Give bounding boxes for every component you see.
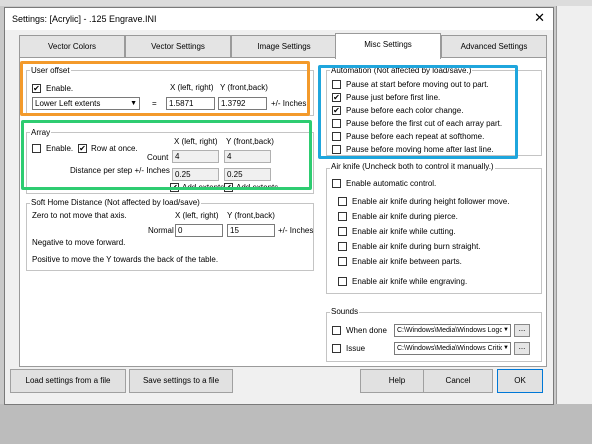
title-bar: Settings: [Acrylic] - .125 Engrave.INI ✕	[5, 8, 553, 30]
sounds-done-select[interactable]: C:\Windows\Media\Windows Logo ▼	[394, 324, 511, 337]
ok-button[interactable]: OK	[497, 369, 543, 393]
blue-highlight-box	[318, 65, 518, 159]
sounds-done-label: When done	[346, 326, 387, 335]
cancel-button[interactable]: Cancel	[423, 369, 493, 393]
save-settings-button[interactable]: Save settings to a file	[129, 369, 233, 393]
soft-home-units: +/- Inches	[278, 226, 314, 235]
sounds-issue-select[interactable]: C:\Windows\Media\Windows Critic ▼	[394, 342, 511, 355]
chevron-down-icon: ▼	[502, 343, 509, 354]
soft-home-positive-note: Positive to move the Y towards the back …	[32, 255, 219, 264]
soft-home-negative-note: Negative to move forward.	[32, 238, 126, 247]
green-highlight-box	[21, 120, 312, 190]
air-knife-label-1: Enable air knife during pierce.	[352, 212, 458, 221]
soft-home-x-input[interactable]	[175, 224, 223, 237]
air-knife-auto-checkbox[interactable]	[332, 179, 341, 188]
chevron-down-icon: ▼	[502, 325, 509, 336]
sounds-done-browse-button[interactable]: ...	[514, 324, 530, 337]
air-knife-label-2: Enable air knife while cutting.	[352, 227, 456, 236]
background-ruler	[0, 0, 592, 6]
sounds-done-checkbox[interactable]	[332, 326, 341, 335]
air-knife-checkbox-0[interactable]	[338, 197, 347, 206]
air-knife-checkbox-3[interactable]	[338, 242, 347, 251]
tab-advanced-settings[interactable]: Advanced Settings	[441, 35, 547, 57]
air-knife-auto-label: Enable automatic control.	[346, 179, 437, 188]
sounds-done-path: C:\Windows\Media\Windows Logo	[397, 327, 504, 334]
sounds-issue-checkbox[interactable]	[332, 344, 341, 353]
air-knife-checkbox-1[interactable]	[338, 212, 347, 221]
load-settings-button[interactable]: Load settings from a file	[10, 369, 126, 393]
soft-home-y-input[interactable]	[227, 224, 275, 237]
air-knife-label-3: Enable air knife during burn straight.	[352, 242, 481, 251]
air-knife-checkbox-5[interactable]	[338, 277, 347, 286]
tab-vector-settings[interactable]: Vector Settings	[125, 35, 231, 57]
soft-home-zero-note: Zero to not move that axis.	[32, 211, 127, 220]
soft-home-x-header: X (left, right)	[175, 211, 219, 220]
air-knife-checkbox-4[interactable]	[338, 257, 347, 266]
tab-vector-colors[interactable]: Vector Colors	[19, 35, 125, 57]
sounds-issue-label: Issue	[346, 344, 366, 353]
background-side-panel	[556, 6, 592, 406]
soft-home-normal-label: Normal	[148, 226, 174, 235]
tab-image-settings[interactable]: Image Settings	[231, 35, 337, 57]
soft-home-title: Soft Home Distance (Not affected by load…	[30, 198, 201, 207]
air-knife-label-4: Enable air knife between parts.	[352, 257, 462, 266]
soft-home-y-header: Y (front,back)	[227, 211, 275, 220]
tab-misc-settings[interactable]: Misc Settings	[335, 33, 441, 59]
orange-highlight-box	[20, 61, 310, 116]
air-knife-label-5: Enable air knife while engraving.	[352, 277, 468, 286]
sounds-issue-path: C:\Windows\Media\Windows Critic	[397, 345, 504, 352]
air-knife-title: Air knife (Uncheck both to control it ma…	[330, 162, 495, 171]
window-title: Settings: [Acrylic] - .125 Engrave.INI	[12, 14, 157, 24]
sounds-title: Sounds	[330, 307, 360, 316]
air-knife-label-0: Enable air knife during height follower …	[352, 197, 510, 206]
background-bottom-panel	[0, 404, 592, 444]
air-knife-checkbox-2[interactable]	[338, 227, 347, 236]
close-icon[interactable]: ✕	[534, 11, 545, 25]
sounds-issue-browse-button[interactable]: ...	[514, 342, 530, 355]
